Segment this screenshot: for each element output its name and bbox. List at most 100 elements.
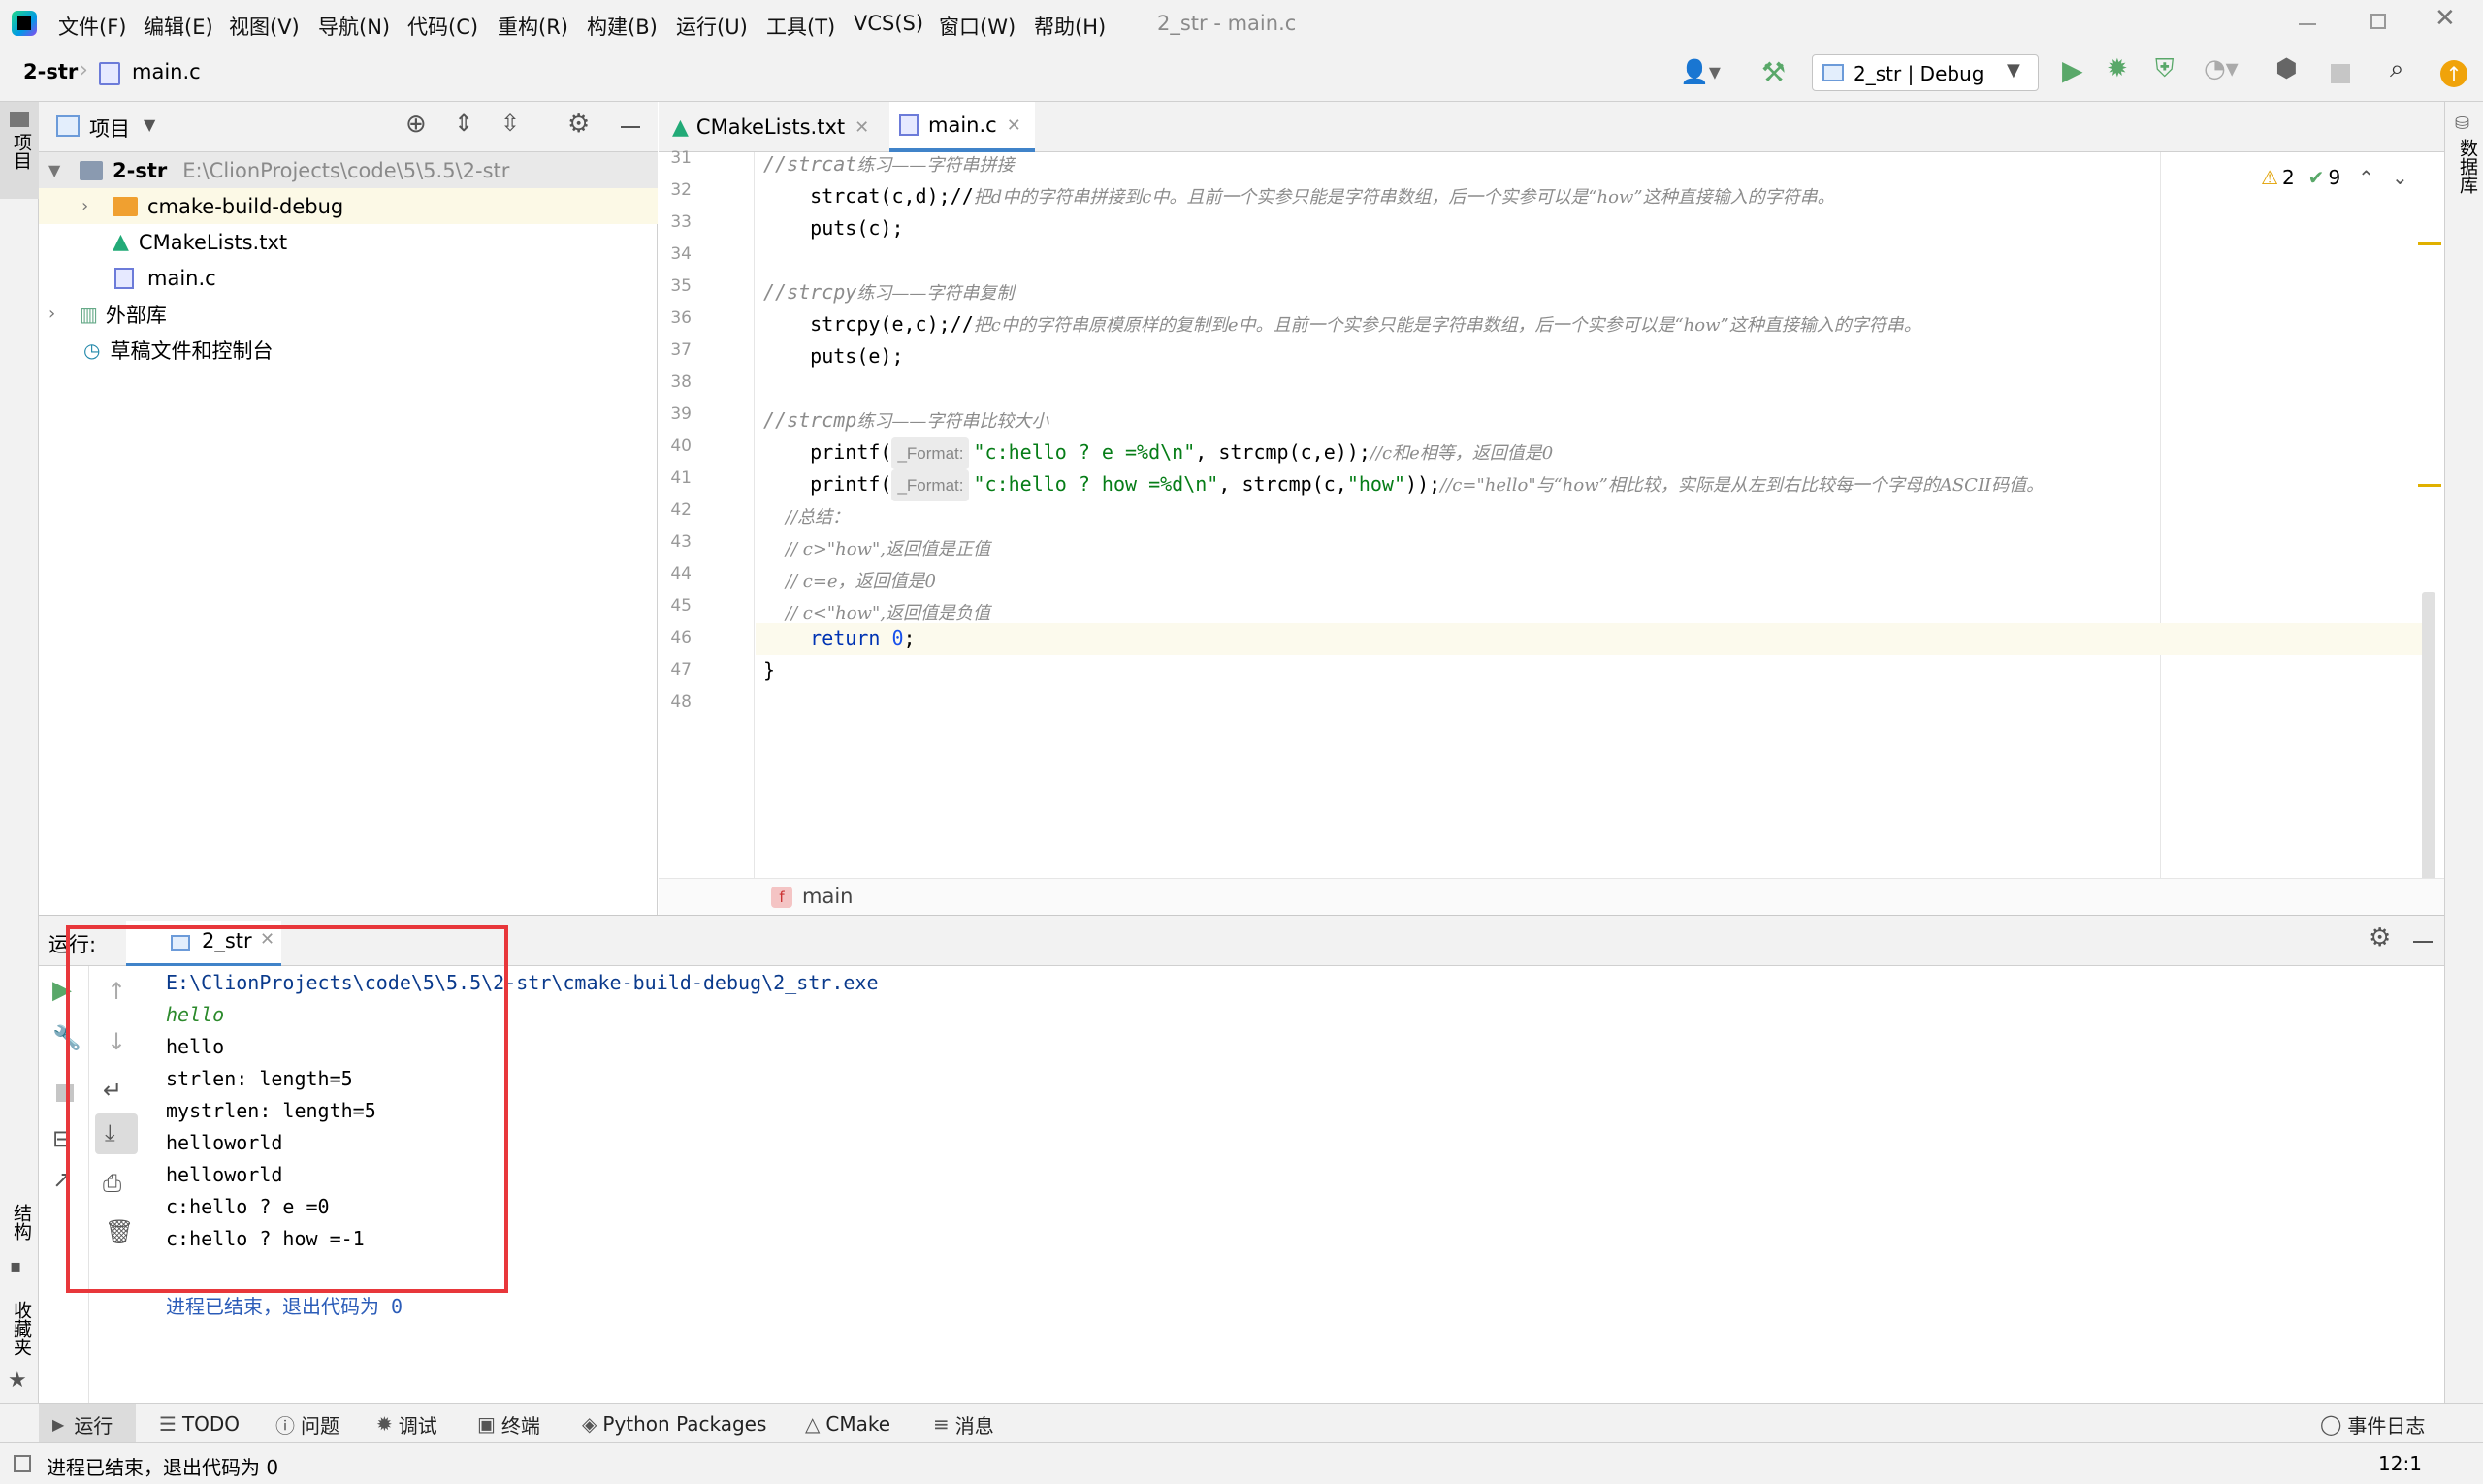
stop-icon[interactable]	[2331, 64, 2350, 83]
tree-item-label: 草稿文件和控制台	[110, 339, 274, 363]
menu-help[interactable]: 帮助(H)	[1034, 12, 1106, 41]
gutter-divider	[754, 152, 755, 878]
menu-navigate[interactable]: 导航(N)	[318, 12, 390, 41]
bookmarks-tool-button[interactable]: 收藏夹 ★	[0, 1295, 39, 1402]
menu-build[interactable]: 构建(B)	[587, 12, 658, 41]
menu-view[interactable]: 视图(V)	[229, 12, 300, 41]
tool-event-log[interactable]: ◯ 事件日志	[2320, 1404, 2425, 1443]
database-tool-button[interactable]: ⛁ 数据库	[2445, 110, 2483, 216]
tree-root-row[interactable]: ▼ 2-str E:\ClionProjects\code\5\5.5\2-st…	[39, 152, 658, 188]
menu-tools[interactable]: 工具(T)	[766, 12, 835, 41]
close-tab-icon[interactable]: ✕	[1007, 115, 1021, 136]
chevron-down-icon[interactable]: ▼	[144, 115, 155, 134]
hide-panel-icon[interactable]	[2413, 941, 2433, 943]
project-tool-button[interactable]: 项目	[0, 102, 39, 199]
attach-icon[interactable]: ⬢	[2275, 54, 2298, 83]
line-number: 44	[670, 565, 692, 584]
warning-count: 2	[2281, 166, 2295, 189]
run-config-select[interactable]: 2_str | Debug ▼	[1812, 54, 2039, 91]
tool-todo[interactable]: ☰ TODO	[159, 1404, 240, 1443]
scratches-icon: ◷	[83, 338, 101, 362]
menu-window[interactable]: 窗口(W)	[939, 12, 1016, 41]
breadcrumb-file[interactable]: main.c	[132, 60, 201, 83]
hide-panel-icon[interactable]	[621, 126, 640, 128]
menu-refactor[interactable]: 重构(R)	[498, 12, 568, 41]
chevron-right-icon[interactable]: ›	[81, 196, 103, 216]
run-icon[interactable]: ▶	[2062, 54, 2083, 86]
menu-code[interactable]: 代码(C)	[407, 12, 478, 41]
warning-marker[interactable]	[2418, 242, 2441, 245]
warning-marker[interactable]	[2418, 484, 2441, 487]
tree-item-label: 外部库	[105, 303, 167, 327]
close-window-icon[interactable]: ✕	[2435, 4, 2456, 33]
chevron-right-icon[interactable]: ›	[48, 304, 70, 324]
chevron-down-icon[interactable]: ▼	[48, 161, 70, 179]
caret-position[interactable]: 12:1	[2378, 1452, 2422, 1475]
layers-icon: ◈	[582, 1412, 597, 1436]
expand-all-icon[interactable]: ⇕	[454, 110, 473, 137]
line-number: 40	[670, 436, 692, 456]
tool-python-packages[interactable]: ◈ Python Packages	[582, 1404, 766, 1443]
tree-item-cmakelists[interactable]: ▲ CMakeLists.txt	[39, 224, 658, 260]
breadcrumb-function[interactable]: main	[802, 885, 853, 908]
debug-bug-icon[interactable]: ✹	[2107, 54, 2128, 83]
menu-edit[interactable]: 编辑(E)	[144, 12, 213, 41]
collapse-all-icon[interactable]: ⇳	[500, 110, 520, 137]
check-icon: ✔	[2307, 166, 2325, 189]
tree-item-main-c[interactable]: main.c	[39, 260, 658, 296]
breadcrumb-project[interactable]: 2-str	[23, 60, 78, 83]
parameter-hint: _Format:	[891, 469, 970, 501]
line-number: 33	[670, 212, 692, 232]
root-name: 2-str	[113, 158, 168, 182]
line-number: 36	[670, 308, 692, 328]
ok-count: 9	[2328, 166, 2341, 189]
inspection-widget[interactable]: ⚠ 2 ✔ 9 ⌃ ⌄	[2261, 164, 2408, 191]
coverage-icon[interactable]: ⛨	[2155, 54, 2175, 84]
menu-vcs[interactable]: VCS(S)	[854, 12, 923, 35]
prev-highlight-icon[interactable]: ⌃	[2358, 166, 2374, 189]
tree-item-external-libs[interactable]: › ▥ 外部库	[39, 296, 658, 332]
function-icon: f	[771, 887, 792, 908]
build-hammer-icon[interactable]: ⚒	[1761, 56, 1786, 88]
line-number: 32	[670, 180, 692, 200]
tab-cmakelists[interactable]: ▲ CMakeLists.txt ✕	[668, 102, 882, 152]
tool-terminal[interactable]: ▣ 终端	[477, 1404, 540, 1443]
bug-icon: ✹	[376, 1412, 393, 1436]
locate-icon[interactable]: ⊕	[405, 110, 427, 139]
gear-icon[interactable]: ⚙	[567, 110, 590, 139]
project-panel: 项目 ▼ ⊕ ⇕ ⇳ ⚙ ▼ 2-str E:\ClionProjects\co…	[39, 102, 658, 915]
restore-icon[interactable]	[2370, 14, 2386, 29]
warning-icon: ⚠	[2261, 166, 2278, 189]
tree-item-cmake-build-debug[interactable]: › cmake-build-debug	[39, 188, 658, 224]
tab-main-c[interactable]: main.c ✕	[889, 102, 1035, 152]
menu-file[interactable]: 文件(F)	[58, 12, 126, 41]
menu-run[interactable]: 运行(U)	[676, 12, 748, 41]
tool-run[interactable]: ▶ 运行	[39, 1404, 136, 1443]
profile-icon[interactable]: ◔▾	[2204, 54, 2239, 83]
code-line-42: //总结：	[763, 507, 851, 528]
editor-scrollbar[interactable]	[2422, 592, 2435, 881]
tool-problems[interactable]: ⓘ 问题	[275, 1404, 339, 1443]
tool-messages[interactable]: ≡ 消息	[933, 1404, 994, 1443]
structure-tool-button[interactable]: 结构 ▪	[0, 1198, 39, 1285]
next-highlight-icon[interactable]: ⌄	[2392, 166, 2408, 189]
close-tab-icon[interactable]: ✕	[855, 117, 869, 138]
gear-icon[interactable]: ⚙	[2369, 923, 2391, 952]
tool-debug[interactable]: ✹ 调试	[376, 1404, 437, 1443]
code-line-44: // c=e，返回值是0	[763, 571, 937, 592]
library-icon: ▥	[80, 302, 98, 326]
window-title: 2_str - main.c	[1157, 12, 1297, 35]
toggle-tool-windows-icon[interactable]	[14, 1455, 31, 1472]
minimize-icon[interactable]	[2299, 23, 2316, 25]
tool-label: 运行	[74, 1413, 113, 1437]
tool-cmake[interactable]: △ CMake	[805, 1404, 890, 1443]
code-line-31: //strcat练习——字符串拼接	[763, 152, 1015, 176]
tree-item-scratches[interactable]: ◷ 草稿文件和控制台	[39, 332, 658, 368]
tool-label: Python Packages	[602, 1412, 767, 1436]
project-panel-title[interactable]: 项目	[89, 113, 130, 143]
line-number: 37	[670, 340, 692, 360]
update-icon[interactable]: ↑	[2440, 60, 2467, 87]
user-icon[interactable]: 👤▾	[1680, 58, 1721, 85]
highlight-box	[66, 925, 508, 1293]
search-icon[interactable]: ⌕	[2390, 54, 2404, 84]
